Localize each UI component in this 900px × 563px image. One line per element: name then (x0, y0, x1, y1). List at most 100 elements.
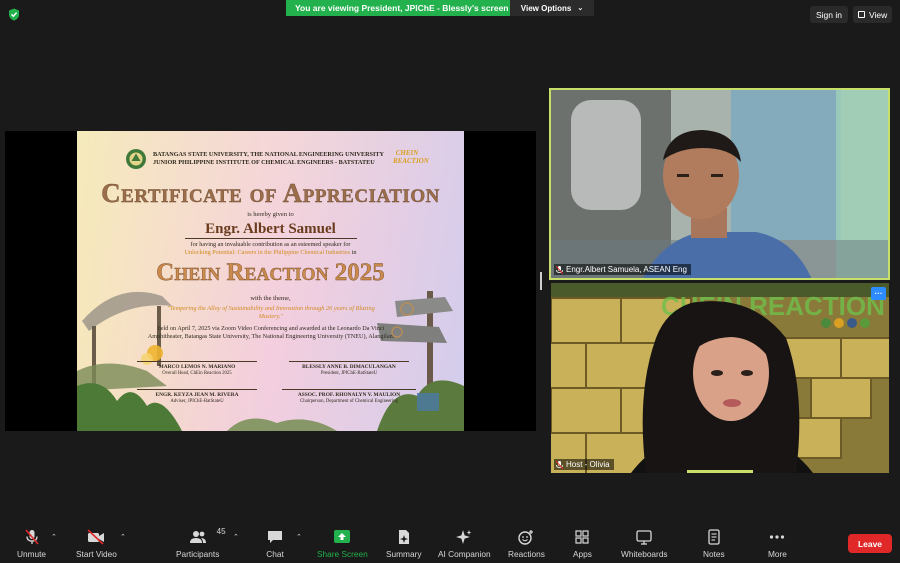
chat-bubble-icon (266, 529, 284, 545)
sign-in-button[interactable]: Sign in (810, 6, 848, 23)
participant-name: Host - Olivia (566, 460, 610, 469)
ai-companion-label: AI Companion (438, 549, 491, 559)
participant-video-feed: CHEIN REACTION 2025 (551, 283, 889, 473)
split-view-resize-handle[interactable] (540, 272, 542, 290)
participants-icon: 45 (189, 527, 226, 545)
talk-title: Unlocking Potential: Careers in the Phil… (184, 249, 351, 256)
mic-muted-icon (23, 529, 41, 545)
certificate-given-to: is hereby given to (247, 211, 294, 218)
signatory-3: ENGR. KEYZA JEAN M. RIVERA Adviser, JPIC… (137, 389, 257, 405)
signatory-role: Adviser, JPIChE-BatStateU (170, 399, 224, 404)
participants-count: 45 (216, 527, 226, 536)
summary-label: Summary (386, 549, 422, 559)
whiteboard-icon (635, 529, 653, 545)
notes-button[interactable]: Notes (703, 529, 725, 559)
apps-grid-icon (573, 529, 591, 545)
batstateu-logo-icon (126, 149, 146, 169)
certificate-contribution-text: for having an invaluable contribution as… (77, 241, 464, 257)
participants-button[interactable]: 45 Participants (176, 527, 226, 559)
apps-label: Apps (573, 549, 592, 559)
participant-video-albert[interactable]: Engr.Albert Samuela, ASEAN Eng (549, 88, 890, 280)
participant-name-tag: Engr.Albert Samuela, ASEAN Eng (554, 264, 691, 275)
chein-reaction-brand-logo: CHEIN REACTION (393, 149, 429, 165)
view-layout-icon (858, 11, 865, 18)
video-options-chevron-icon[interactable]: ⌃ (120, 533, 126, 541)
signatory-name: MARCO LEMOS N. MARIANO (158, 364, 236, 370)
notes-label: Notes (703, 549, 725, 559)
zoom-meeting-window: You are viewing President, JPIChE - Bles… (0, 0, 900, 563)
brand-line-2: REACTION (393, 157, 429, 165)
encryption-shield-icon[interactable] (8, 8, 20, 21)
view-label: View (869, 9, 888, 20)
certificate-title: Certificate of Appreciation (101, 178, 440, 208)
ai-sparkle-icon (455, 529, 473, 545)
start-video-button[interactable]: Start Video (76, 529, 117, 559)
apps-button[interactable]: Apps (573, 529, 592, 559)
whiteboards-button[interactable]: Whiteboards (621, 529, 668, 559)
share-screen-button[interactable]: Share Screen (317, 529, 368, 559)
certificate-event-name: Chein Reaction 2025 (156, 259, 385, 286)
signature-line (137, 361, 257, 362)
notes-icon (705, 529, 723, 545)
recipient-underline (185, 238, 357, 239)
signatory-name: BLESSLY ANNE B. DIMACULANGAN (302, 364, 396, 370)
participant-video-feed (551, 90, 888, 278)
meeting-toolbar: Unmute ⌃ Start Video ⌃ 45 Participants ⌃… (0, 520, 900, 563)
signatory-4: ASSOC. PROF. RHONALYN V. MAULION Chairpe… (282, 389, 416, 405)
reactions-label: Reactions (508, 549, 545, 559)
signatory-role: Chairperson, Department of Chemical Engi… (300, 399, 398, 404)
signatory-name: ENGR. KEYZA JEAN M. RIVERA (155, 392, 239, 398)
chat-label: Chat (266, 549, 284, 559)
signature-line (137, 389, 257, 390)
certificate-recipient-name: Engr. Albert Samuel (205, 221, 336, 237)
chevron-down-icon: ⌄ (577, 5, 584, 12)
chat-options-chevron-icon[interactable]: ⌃ (296, 533, 302, 541)
more-options-button[interactable]: ··· (871, 287, 886, 300)
participant-name: Engr.Albert Samuela, ASEAN Eng (566, 265, 687, 274)
university-line-2: JUNIOR PHILIPPINE INSTITUTE OF CHEMICAL … (153, 159, 375, 166)
signatory-1: MARCO LEMOS N. MARIANO Overall Head, ChE… (137, 361, 257, 377)
start-video-label: Start Video (76, 549, 117, 559)
unmute-label: Unmute (17, 549, 47, 559)
reactions-button[interactable]: Reactions (508, 529, 545, 559)
participant-name-tag: Host - Olivia (554, 459, 614, 470)
university-line-1: BATANGAS STATE UNIVERSITY, THE NATIONAL … (153, 151, 384, 158)
share-screen-label: Share Screen (317, 549, 368, 559)
share-screen-icon (333, 529, 351, 545)
unmute-button[interactable]: Unmute (17, 529, 46, 559)
certificate-theme: "Tempering the Alloy of Sustainability a… (167, 305, 375, 320)
signatory-name: ASSOC. PROF. RHONALYN V. MAULION (297, 392, 401, 398)
ai-companion-button[interactable]: AI Companion (438, 529, 491, 559)
mic-muted-icon (556, 265, 563, 274)
participant-video-olivia[interactable]: CHEIN REACTION 2025 ··· Host - Olivia (551, 283, 889, 473)
summary-document-icon (395, 529, 413, 545)
screen-share-banner: You are viewing President, JPIChE - Bles… (286, 0, 518, 16)
certificate-held-text: held on April 7, 2025 via Zoom Video Con… (147, 325, 395, 340)
summary-button[interactable]: Summary (386, 529, 422, 559)
certificate-university-header: BATANGAS STATE UNIVERSITY, THE NATIONAL … (153, 151, 384, 167)
smiley-plus-icon (517, 529, 535, 545)
participants-options-chevron-icon[interactable]: ⌃ (233, 533, 239, 541)
more-label: More (768, 549, 787, 559)
participants-label: Participants (176, 549, 220, 559)
mic-muted-icon (556, 460, 563, 469)
whiteboards-label: Whiteboards (621, 549, 668, 559)
signatory-2: BLESSLY ANNE B. DIMACULANGAN President, … (289, 361, 409, 377)
signature-line (289, 361, 409, 362)
certificate-of-appreciation: BATANGAS STATE UNIVERSITY, THE NATIONAL … (77, 131, 464, 431)
talk-suffix: in (350, 249, 357, 256)
chat-button[interactable]: Chat (266, 529, 284, 559)
signatory-role: Overall Head, ChEin Reaction 2025 (162, 371, 232, 376)
talk-line: Unlocking Potential: Careers in the Phil… (77, 249, 464, 257)
shared-screen: BATANGAS STATE UNIVERSITY, THE NATIONAL … (5, 131, 536, 431)
audio-options-chevron-icon[interactable]: ⌃ (51, 533, 57, 541)
leave-button[interactable]: Leave (848, 534, 892, 553)
signatory-role: President, JPIChE-BatStateU (320, 371, 378, 376)
more-button[interactable]: More (768, 529, 787, 559)
certificate-theme-label: with the theme, (250, 295, 291, 302)
view-options-label: View Options (520, 3, 572, 13)
view-button[interactable]: View (853, 6, 893, 23)
active-speaker-indicator (687, 470, 753, 473)
video-off-icon (87, 529, 105, 545)
view-options-button[interactable]: View Options ⌄ (510, 0, 594, 16)
